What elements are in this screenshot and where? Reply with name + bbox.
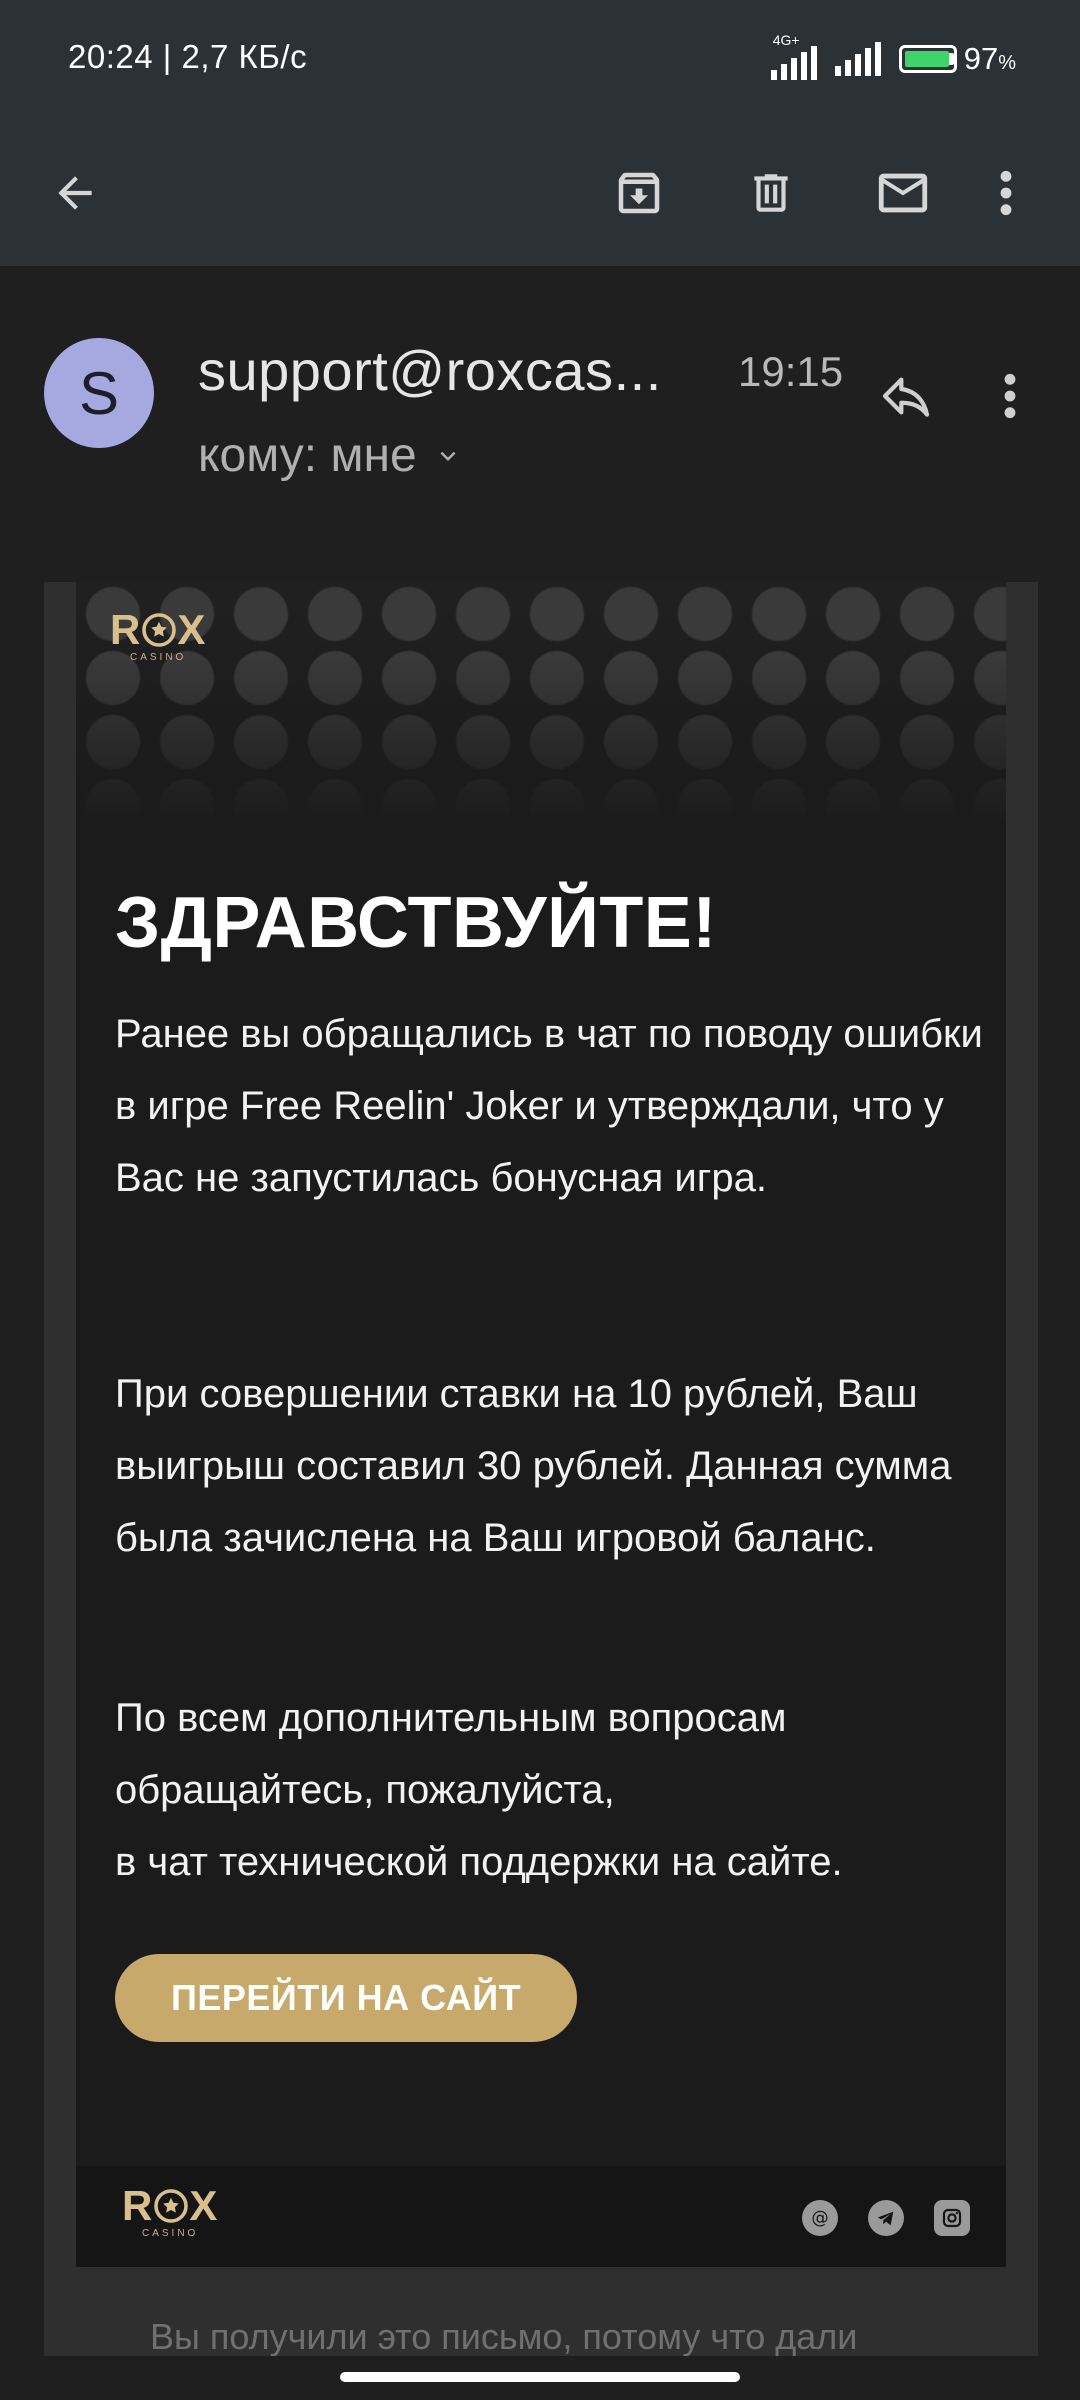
recipient-details[interactable]: кому: мне	[198, 428, 463, 483]
archive-icon[interactable]	[596, 150, 682, 236]
chevron-down-icon	[440, 451, 456, 461]
status-bar: 20:24 | 2,7 КБ/с 4G+ 97%	[0, 0, 1080, 120]
email-footer: R X CASINO @	[76, 2166, 1006, 2267]
battery-icon: 97%	[898, 41, 1016, 77]
status-time: 20:24 | 2,7 КБ/с	[68, 38, 308, 75]
home-indicator[interactable]	[340, 2372, 740, 2382]
recipient-label: кому: мне	[198, 429, 417, 482]
more-vert-icon[interactable]	[976, 150, 1036, 236]
paragraph-1: Ранее вы обращались в чат по поводу ошиб…	[115, 1012, 983, 1200]
network-type-label: 4G+	[772, 32, 800, 48]
reply-icon[interactable]	[868, 358, 944, 434]
app-toolbar	[0, 120, 1080, 266]
message-more-icon[interactable]	[980, 358, 1040, 434]
rox-logo: R X CASINO	[110, 606, 207, 663]
disclaimer-text: Вы получили это письмо, потому что дали	[150, 2316, 858, 2357]
status-indicators: 4G+ 97%	[770, 32, 1016, 80]
paragraph-2: При совершении ставки на 10 рублей, Ваш …	[115, 1372, 952, 1560]
mail-icon[interactable]	[860, 150, 946, 236]
back-arrow-icon[interactable]	[32, 150, 118, 236]
signal-icon	[834, 42, 881, 76]
go-to-site-button[interactable]: ПЕРЕЙТИ НА САЙТ	[115, 1954, 577, 2042]
sender-name[interactable]: support@roxcas...	[198, 338, 662, 403]
greeting-heading: ЗДРАВСТВУЙТЕ!	[115, 883, 717, 963]
signal-4g-icon: 4G+	[770, 32, 817, 80]
email-content: R X CASINO ЗДРАВСТВУЙТЕ! Ранее вы обраща…	[76, 582, 1006, 2267]
rox-footer-logo: R X CASINO	[122, 2182, 219, 2239]
email-icon[interactable]: @	[802, 2200, 838, 2236]
paragraph-3: По всем дополнительным вопросам обращайт…	[115, 1696, 843, 1884]
battery-level: 97%	[963, 41, 1016, 76]
hero-banner: R X CASINO	[76, 582, 1006, 822]
message-time: 19:15	[738, 348, 844, 395]
message-header: S support@roxcas... 19:15 кому: мне	[0, 266, 1080, 526]
instagram-icon[interactable]	[934, 2200, 970, 2236]
svg-text:@: @	[811, 2208, 828, 2228]
trash-icon[interactable]	[728, 150, 814, 236]
telegram-icon[interactable]	[868, 2200, 904, 2236]
avatar[interactable]: S	[44, 338, 154, 448]
